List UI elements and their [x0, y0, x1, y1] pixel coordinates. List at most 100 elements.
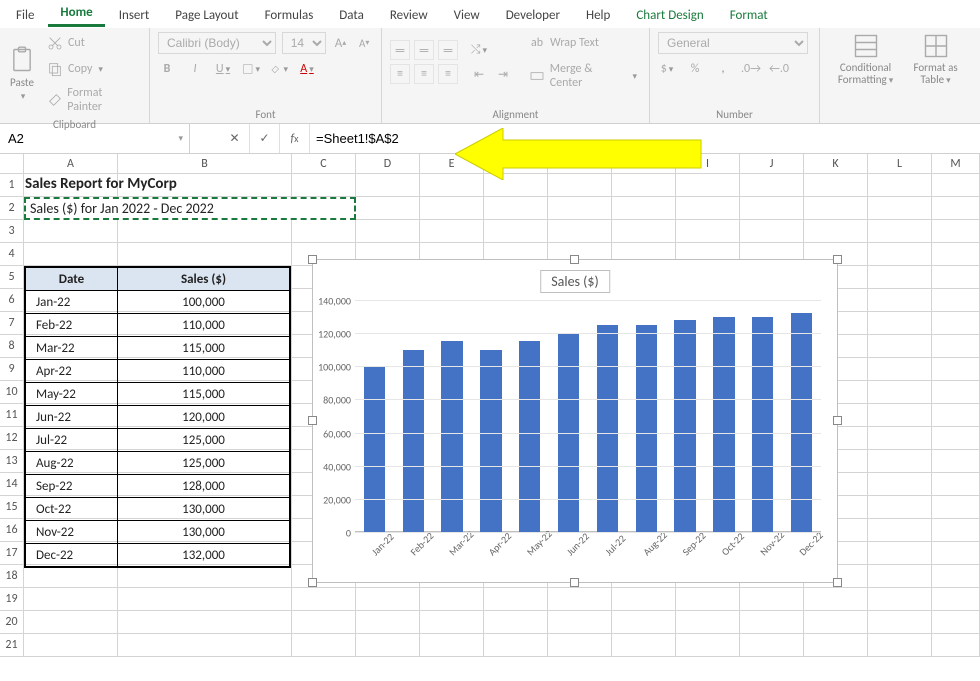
- cell[interactable]: [548, 220, 612, 242]
- cell[interactable]: [356, 174, 420, 196]
- align-center-icon[interactable]: ≡: [414, 64, 434, 84]
- chart-plot-area[interactable]: Jan-22Feb-22Mar-22Apr-22May-22Jun-22Jul-…: [355, 300, 821, 532]
- cut-button[interactable]: Cut: [42, 32, 141, 54]
- cell[interactable]: [868, 266, 932, 288]
- conditional-formatting-button[interactable]: Conditional Formatting▾: [828, 32, 903, 86]
- menu-view[interactable]: View: [442, 4, 492, 27]
- chart-bar[interactable]: [674, 320, 695, 532]
- resize-handle[interactable]: [308, 578, 317, 587]
- menu-format[interactable]: Format: [718, 4, 780, 27]
- table-cell[interactable]: Jun-22: [26, 406, 118, 429]
- cell[interactable]: [676, 634, 740, 656]
- menu-data[interactable]: Data: [327, 4, 376, 27]
- cell[interactable]: [24, 634, 118, 656]
- col-header-E[interactable]: E: [420, 154, 484, 173]
- cell[interactable]: [932, 565, 980, 587]
- select-all-corner[interactable]: [0, 154, 24, 173]
- cell[interactable]: [868, 381, 932, 403]
- row-header-10[interactable]: 10: [0, 381, 24, 403]
- row-header-7[interactable]: 7: [0, 312, 24, 334]
- row-header-12[interactable]: 12: [0, 427, 24, 449]
- cell[interactable]: [740, 197, 804, 219]
- table-cell[interactable]: 125,000: [118, 429, 290, 452]
- table-cell[interactable]: Oct-22: [26, 498, 118, 521]
- decrease-decimal-icon[interactable]: ←.0: [770, 60, 788, 78]
- table-row[interactable]: Apr-22110,000: [26, 360, 290, 383]
- cell[interactable]: [932, 542, 980, 564]
- cell[interactable]: [292, 611, 356, 633]
- resize-handle[interactable]: [833, 578, 842, 587]
- menu-help[interactable]: Help: [574, 4, 622, 27]
- cell[interactable]: [804, 634, 868, 656]
- cell[interactable]: [420, 197, 484, 219]
- resize-handle[interactable]: [570, 255, 579, 264]
- cell[interactable]: [868, 519, 932, 541]
- cell[interactable]: [612, 588, 676, 610]
- cell[interactable]: [612, 220, 676, 242]
- chart-title[interactable]: Sales ($): [540, 270, 610, 293]
- table-cell[interactable]: 120,000: [118, 406, 290, 429]
- cell[interactable]: [932, 427, 980, 449]
- table-cell[interactable]: Mar-22: [26, 337, 118, 360]
- menu-developer[interactable]: Developer: [494, 4, 572, 27]
- paste-button[interactable]: Paste▾: [8, 46, 36, 102]
- table-cell[interactable]: Jan-22: [26, 291, 118, 314]
- table-cell[interactable]: Feb-22: [26, 314, 118, 337]
- col-header-L[interactable]: L: [868, 154, 932, 173]
- resize-handle[interactable]: [833, 255, 842, 264]
- row-header-8[interactable]: 8: [0, 335, 24, 357]
- cell-a2-marquee-selection[interactable]: Sales ($) for Jan 2022 - Dec 2022: [24, 197, 356, 220]
- cell[interactable]: [932, 496, 980, 518]
- col-header-I[interactable]: I: [676, 154, 740, 173]
- font-size-select[interactable]: 14: [282, 32, 326, 54]
- number-format-select[interactable]: General: [658, 32, 808, 54]
- col-header-A[interactable]: A: [24, 154, 118, 173]
- cell[interactable]: [932, 358, 980, 380]
- cell[interactable]: [118, 220, 292, 242]
- cell[interactable]: [484, 197, 548, 219]
- row-header-21[interactable]: 21: [0, 634, 24, 656]
- cell[interactable]: [118, 634, 292, 656]
- col-header-C[interactable]: C: [292, 154, 356, 173]
- table-row[interactable]: May-22115,000: [26, 383, 290, 406]
- cell[interactable]: [932, 266, 980, 288]
- cell[interactable]: [740, 174, 804, 196]
- cell[interactable]: [612, 174, 676, 196]
- cell[interactable]: [420, 634, 484, 656]
- cell[interactable]: [356, 197, 420, 219]
- menu-insert[interactable]: Insert: [107, 4, 162, 27]
- table-row[interactable]: Nov-22130,000: [26, 521, 290, 544]
- cell[interactable]: [868, 427, 932, 449]
- cell[interactable]: [868, 243, 932, 265]
- cell[interactable]: [932, 611, 980, 633]
- row-header-5[interactable]: 5: [0, 266, 24, 288]
- col-header-G[interactable]: G: [548, 154, 612, 173]
- col-header-H[interactable]: H: [612, 154, 676, 173]
- table-cell[interactable]: 132,000: [118, 544, 290, 567]
- row-header-11[interactable]: 11: [0, 404, 24, 426]
- comma-format-icon[interactable]: ,: [714, 60, 732, 78]
- orientation-button[interactable]: ⤭▾: [470, 41, 488, 59]
- col-header-B[interactable]: B: [118, 154, 292, 173]
- cell[interactable]: [868, 473, 932, 495]
- table-cell[interactable]: 110,000: [118, 360, 290, 383]
- align-left-icon[interactable]: ≡: [390, 64, 410, 84]
- cell[interactable]: [868, 174, 932, 196]
- cell[interactable]: [676, 588, 740, 610]
- cell[interactable]: [548, 197, 612, 219]
- cell[interactable]: [932, 220, 980, 242]
- cell[interactable]: [932, 634, 980, 656]
- table-cell[interactable]: 115,000: [118, 383, 290, 406]
- cell[interactable]: [484, 174, 548, 196]
- font-family-select[interactable]: Calibri (Body): [158, 32, 276, 54]
- cell[interactable]: [484, 588, 548, 610]
- fill-color-button[interactable]: ▾: [270, 60, 288, 78]
- table-cell[interactable]: 128,000: [118, 475, 290, 498]
- table-cell[interactable]: Nov-22: [26, 521, 118, 544]
- row-header-6[interactable]: 6: [0, 289, 24, 311]
- table-cell[interactable]: 130,000: [118, 498, 290, 521]
- italic-button[interactable]: I: [186, 60, 204, 78]
- wrap-text-button[interactable]: abWrap Text: [524, 32, 641, 54]
- cell[interactable]: [868, 404, 932, 426]
- table-row[interactable]: Sep-22128,000: [26, 475, 290, 498]
